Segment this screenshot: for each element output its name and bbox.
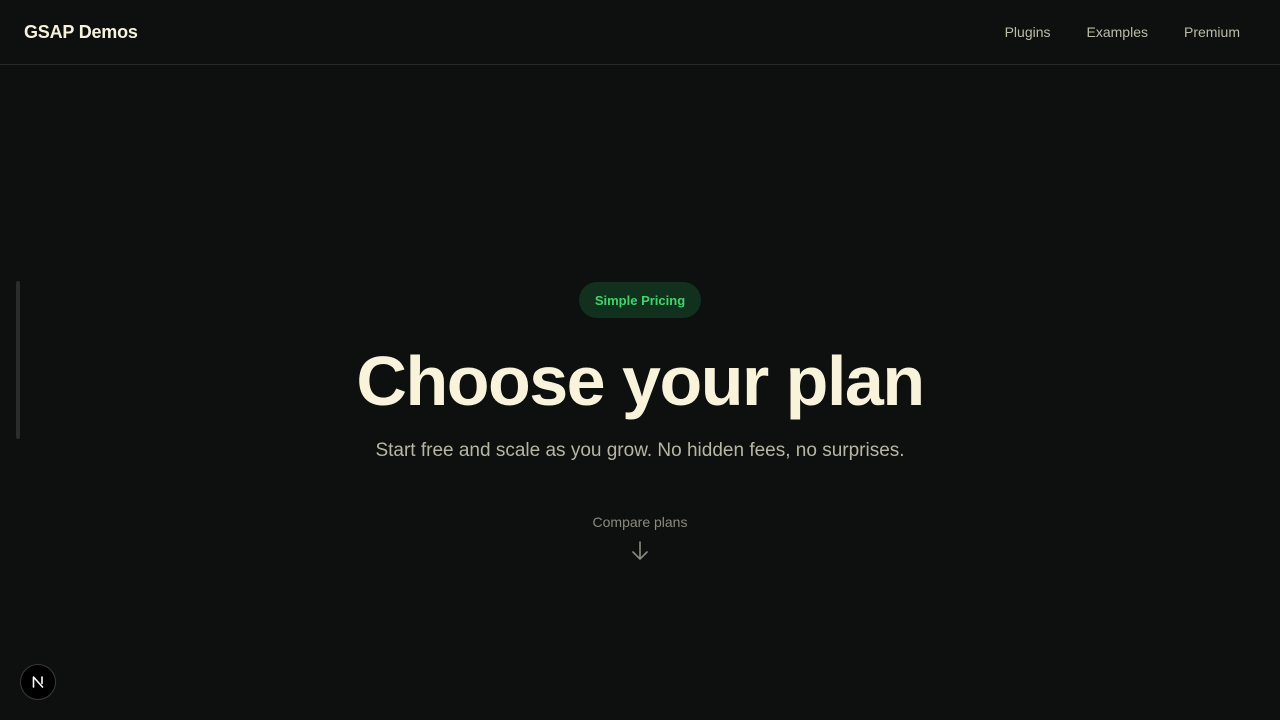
arrow-down-icon — [632, 541, 648, 560]
site-header: GSAP Demos Plugins Examples Premium — [0, 0, 1280, 65]
brand-logo[interactable]: GSAP Demos — [24, 22, 138, 43]
page: GSAP Demos Plugins Examples Premium Simp… — [0, 0, 1280, 720]
compare-plans-label: Compare plans — [592, 514, 688, 530]
nav-link-plugins[interactable]: Plugins — [1005, 24, 1051, 40]
compare-plans-link[interactable]: Compare plans — [592, 514, 688, 562]
nav-link-examples[interactable]: Examples — [1087, 24, 1148, 40]
pricing-badge: Simple Pricing — [578, 282, 702, 318]
page-subtitle: Start free and scale as you grow. No hid… — [375, 440, 905, 461]
nav-link-premium[interactable]: Premium — [1184, 24, 1240, 40]
nextjs-logo-icon — [32, 676, 44, 688]
hero-section: Simple Pricing Choose your plan Start fr… — [0, 282, 1280, 562]
page-title: Choose your plan — [356, 342, 925, 420]
nextjs-dev-indicator[interactable] — [20, 664, 56, 700]
main-nav: Plugins Examples Premium — [1005, 24, 1240, 40]
